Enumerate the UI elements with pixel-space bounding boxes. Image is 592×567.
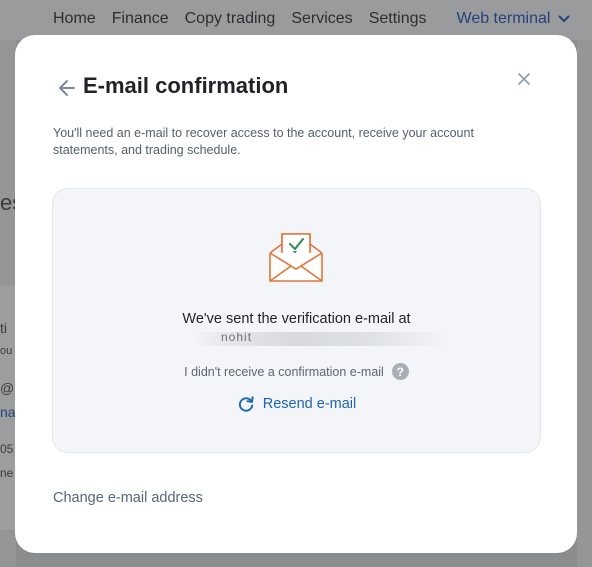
no-receive-row: I didn't receive a confirmation e-mail ? [53, 363, 540, 380]
email-confirmation-modal: E-mail confirmation You'll need an e-mai… [15, 35, 577, 553]
masked-email-address: nohit [193, 330, 448, 346]
chevron-down-icon [558, 15, 571, 23]
resend-email-label: Resend e-mail [262, 396, 357, 412]
background-text-fragment: @ [0, 380, 15, 396]
web-terminal-label: Web terminal [456, 10, 551, 27]
modal-description: You'll need an e-mail to recover access … [53, 126, 474, 157]
background-heading-fragment: es [0, 190, 15, 215]
background-text-fragment: ou [0, 345, 13, 357]
top-navigation-bar: Home Finance Copy trading Services Setti… [0, 0, 592, 40]
background-right-panel [577, 40, 592, 567]
no-receive-text: I didn't receive a confirmation e-mail [184, 364, 384, 379]
main-nav: Home Finance Copy trading Services Setti… [53, 10, 571, 28]
envelope-check-icon [269, 233, 323, 282]
arrow-left-icon[interactable] [56, 77, 78, 99]
nav-finance[interactable]: Finance [112, 10, 169, 28]
nav-home[interactable]: Home [53, 10, 96, 28]
background-link-fragment: nai [0, 404, 15, 420]
nav-web-terminal[interactable]: Web terminal [457, 10, 571, 28]
refresh-icon [238, 396, 254, 412]
background-text-fragment: 05 [0, 442, 14, 456]
question-circle-icon[interactable]: ? [391, 363, 409, 380]
close-icon[interactable] [515, 70, 533, 88]
nav-services[interactable]: Services [291, 10, 352, 28]
resend-email-button[interactable]: Resend e-mail [53, 395, 540, 413]
nav-copy-trading[interactable]: Copy trading [185, 10, 276, 28]
modal-title: E-mail confirmation [83, 73, 289, 98]
verification-sent-text: We've sent the verification e-mail at [182, 311, 411, 327]
email-visible-fragment: nohit [221, 330, 253, 344]
nav-settings[interactable]: Settings [369, 10, 427, 28]
background-text-fragment: ne [0, 466, 14, 480]
change-email-link[interactable]: Change e-mail address [53, 490, 203, 506]
verification-card: We've sent the verification e-mail at no… [52, 188, 541, 453]
background-text-fragment: ti [0, 320, 7, 336]
